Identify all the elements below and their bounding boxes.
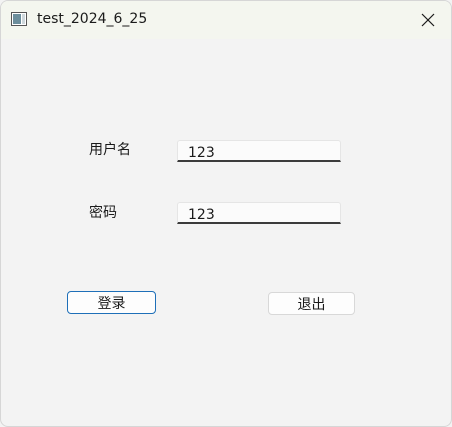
password-field-container (177, 202, 341, 224)
title-bar[interactable]: test_2024_6_25 (1, 1, 451, 39)
password-input[interactable] (188, 206, 328, 223)
password-label: 密码 (89, 205, 117, 221)
username-input[interactable] (188, 144, 328, 161)
app-window: test_2024_6_25 用户名 密码 登录 退出 (0, 0, 452, 427)
username-field-container (177, 140, 341, 162)
close-button[interactable] (405, 1, 451, 39)
close-icon (421, 13, 435, 27)
login-button[interactable]: 登录 (67, 291, 156, 314)
exit-button[interactable]: 退出 (268, 292, 355, 315)
username-label: 用户名 (89, 142, 131, 158)
window-title: test_2024_6_25 (37, 11, 148, 27)
window-app-icon (11, 12, 27, 26)
